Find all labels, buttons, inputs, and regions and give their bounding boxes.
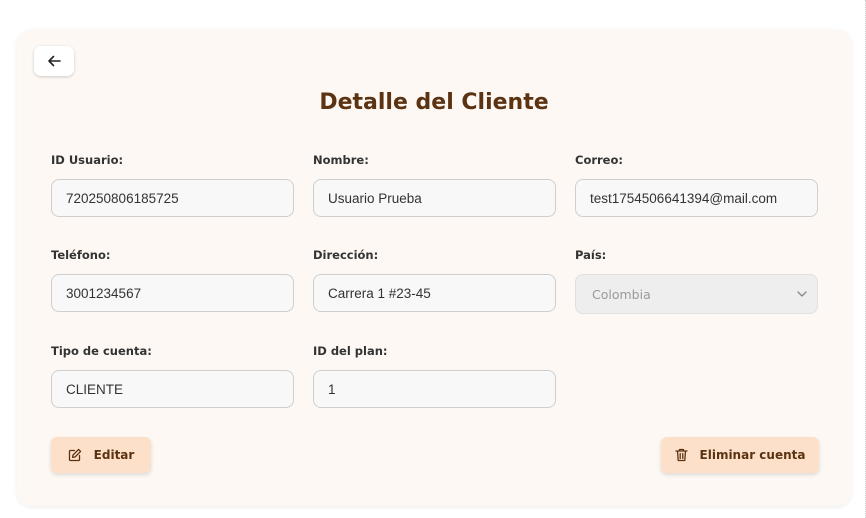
- nombre-input[interactable]: [313, 179, 556, 217]
- trash-icon: [674, 448, 688, 462]
- field-id-usuario: ID Usuario:: [51, 153, 294, 217]
- edit-button[interactable]: Editar: [51, 437, 151, 473]
- direccion-label: Dirección:: [313, 248, 379, 262]
- client-detail-card: Detalle del Cliente ID Usuario: Nombre: …: [17, 30, 851, 506]
- edit-icon: [68, 448, 82, 462]
- page: Detalle del Cliente ID Usuario: Nombre: …: [0, 0, 866, 518]
- chevron-down-icon: [797, 291, 807, 297]
- id-plan-input[interactable]: [313, 370, 556, 408]
- telefono-input[interactable]: [51, 274, 294, 312]
- nombre-label: Nombre:: [313, 153, 369, 167]
- pais-select-value: Colombia: [592, 286, 651, 302]
- correo-label: Correo:: [575, 153, 623, 167]
- direccion-input[interactable]: [313, 274, 556, 312]
- pais-select[interactable]: Colombia: [575, 274, 818, 314]
- field-nombre: Nombre:: [313, 153, 556, 217]
- page-title: Detalle del Cliente: [319, 90, 549, 115]
- tipo-cuenta-label: Tipo de cuenta:: [51, 344, 152, 358]
- field-correo: Correo:: [575, 153, 818, 217]
- delete-account-button[interactable]: Eliminar cuenta: [661, 437, 819, 473]
- field-pais: País: Colombia: [575, 248, 818, 314]
- id-usuario-label: ID Usuario:: [51, 153, 124, 167]
- telefono-label: Teléfono:: [51, 248, 111, 262]
- id-plan-label: ID del plan:: [313, 344, 388, 358]
- field-tipo-cuenta: Tipo de cuenta:: [51, 344, 294, 408]
- pais-label: País:: [575, 248, 607, 262]
- field-id-plan: ID del plan:: [313, 344, 556, 408]
- id-usuario-input[interactable]: [51, 179, 294, 217]
- tipo-cuenta-input[interactable]: [51, 370, 294, 408]
- edit-button-label: Editar: [93, 448, 135, 462]
- field-direccion: Dirección:: [313, 248, 556, 312]
- arrow-left-icon: [47, 55, 61, 67]
- field-telefono: Teléfono:: [51, 248, 294, 312]
- correo-input[interactable]: [575, 179, 818, 217]
- back-button[interactable]: [34, 46, 74, 76]
- delete-button-label: Eliminar cuenta: [699, 448, 806, 462]
